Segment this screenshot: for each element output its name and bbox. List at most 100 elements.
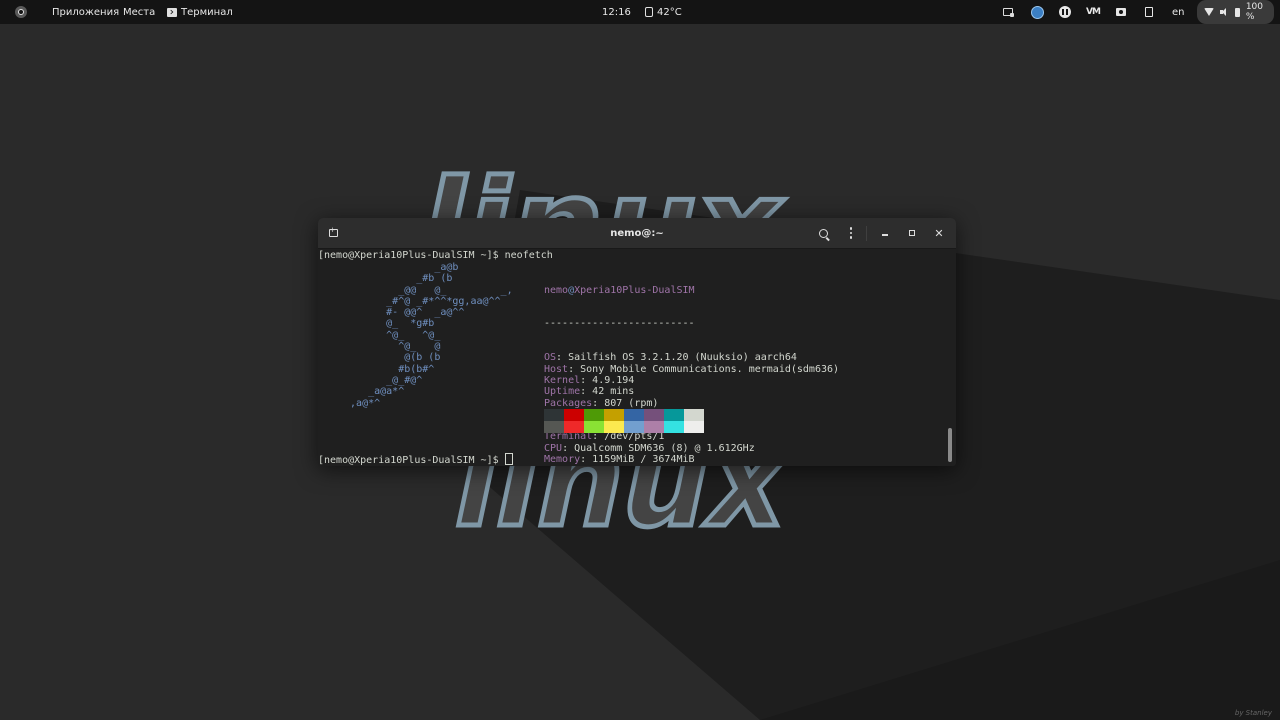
info-row: Terminal: /dev/pts/1	[544, 431, 665, 443]
info-row: Uptime: 42 mins	[544, 386, 635, 398]
info-value: 4.9.194	[592, 374, 635, 386]
info-label: Memory	[544, 454, 581, 466]
active-app-terminal[interactable]: Терминал	[167, 0, 233, 24]
volume-icon	[1220, 8, 1229, 16]
places-menu[interactable]: Места	[123, 0, 155, 24]
info-value: Qualcomm SDM636 (8) @ 1.612GHz	[574, 442, 755, 454]
keyboard-layout[interactable]: en	[1172, 0, 1185, 24]
clipboard-icon	[1145, 7, 1153, 17]
text-cursor	[504, 453, 513, 465]
minimize-button[interactable]	[876, 224, 894, 242]
neofetch-ascii-logo: _a@b _#b (b _@@ @_ _, _#^@ _#*^^*gg,aa@^…	[350, 262, 513, 409]
applications-menu[interactable]: Приложения	[52, 0, 119, 24]
weather-button[interactable]	[1029, 0, 1045, 24]
palette-swatch	[644, 409, 664, 421]
color-palette	[544, 409, 704, 433]
palette-swatch	[664, 409, 684, 421]
battery-level: 100 %	[1245, 2, 1263, 22]
camera-icon	[1116, 8, 1126, 16]
places-label: Места	[123, 6, 156, 18]
thermometer-icon	[645, 7, 653, 17]
info-value: /dev/pts/1	[604, 431, 665, 443]
palette-swatch	[584, 421, 604, 433]
clock-time: 12:16	[602, 6, 631, 18]
info-value: 1159MiB / 3674MiB	[592, 454, 695, 466]
new-tab-icon	[328, 226, 338, 237]
palette-swatch	[684, 421, 704, 433]
activities-button[interactable]	[11, 0, 31, 24]
menu-button[interactable]	[842, 224, 860, 242]
scrollbar-thumb[interactable]	[948, 428, 952, 462]
terminal-titlebar[interactable]: nemo@:~ ✕	[318, 218, 956, 249]
info-label: OS	[544, 352, 557, 364]
temperature-value: 42°C	[657, 6, 682, 18]
palette-swatch	[604, 409, 624, 421]
camera-button[interactable]	[1113, 0, 1129, 24]
top-bar: Приложения Места Терминал 12:16 42°C VM …	[0, 0, 1280, 24]
palette-swatch	[644, 421, 664, 433]
info-row: CPU: Qualcomm SDM636 (8) @ 1.612GHz	[544, 442, 755, 454]
terminal-output[interactable]: [nemo@Xperia10Plus-DualSIM ~]$ neofetch …	[318, 249, 956, 466]
pause-icon	[1059, 6, 1071, 18]
terminal-icon	[167, 7, 177, 17]
info-row: OS: Sailfish OS 3.2.1.20 (Nuuksio) aarch…	[544, 352, 797, 364]
applications-label: Приложения	[52, 6, 120, 18]
system-status-menu[interactable]: 100 %	[1197, 0, 1274, 24]
titlebar-divider	[866, 226, 867, 241]
info-value: Sailfish OS 3.2.1.20 (Nuuksio) aarch64	[568, 352, 797, 364]
menu-icon	[849, 227, 853, 230]
menu-icon-dot	[849, 231, 853, 235]
active-app-label: Терминал	[181, 6, 233, 18]
info-value: 807 (rpm)	[604, 397, 659, 409]
vm-button[interactable]: VM	[1085, 0, 1101, 24]
new-tab-button[interactable]	[324, 224, 342, 242]
clock[interactable]: 12:16	[602, 0, 631, 24]
keyboard-layout-label: en	[1172, 6, 1185, 18]
close-icon: ✕	[934, 226, 944, 240]
palette-swatch	[684, 409, 704, 421]
screenshot-icon	[1003, 8, 1014, 17]
close-button[interactable]: ✕	[930, 224, 948, 242]
info-row: Memory: 1159MiB / 3674MiB	[544, 454, 695, 466]
media-pause-button[interactable]	[1057, 0, 1073, 24]
info-value: 42 mins	[592, 386, 635, 398]
info-label: Terminal	[544, 431, 593, 443]
minimize-icon	[882, 234, 888, 236]
neofetch-info: nemo@Xperia10Plus-DualSIM --------------…	[544, 262, 839, 466]
maximize-icon	[909, 230, 915, 236]
terminal-window[interactable]: nemo@:~ ✕ [nemo@Xperia10Plus-DualSIM ~]$…	[318, 218, 956, 466]
vm-icon: VM	[1086, 7, 1101, 17]
clipboard-button[interactable]	[1141, 0, 1157, 24]
command-line-neofetch: [nemo@Xperia10Plus-DualSIM ~]$ neofetch	[318, 250, 553, 261]
palette-swatch	[564, 421, 584, 433]
palette-swatch	[564, 409, 584, 421]
battery-icon	[1234, 7, 1240, 17]
screenshot-button[interactable]	[1000, 0, 1016, 24]
temperature-indicator[interactable]: 42°C	[645, 0, 682, 24]
info-row: Kernel: 4.9.194	[544, 374, 635, 386]
search-button[interactable]	[814, 224, 832, 242]
current-prompt[interactable]: [nemo@Xperia10Plus-DualSIM ~]$	[318, 453, 513, 466]
palette-swatch	[604, 421, 624, 433]
info-row: Packages: 807 (rpm)	[544, 397, 659, 409]
palette-swatch	[584, 409, 604, 421]
info-label: Uptime	[544, 386, 581, 398]
info-host: Xperia10Plus-DualSIM	[574, 284, 695, 296]
palette-swatch	[544, 421, 564, 433]
info-separator: -------------------------	[544, 318, 695, 330]
search-icon	[818, 228, 828, 238]
menu-icon-dot	[849, 236, 853, 239]
info-user: nemo	[544, 284, 569, 296]
maximize-button[interactable]	[903, 224, 921, 242]
palette-swatch	[624, 421, 644, 433]
palette-swatch	[664, 421, 684, 433]
wifi-icon	[1204, 8, 1214, 16]
weather-icon	[1030, 5, 1044, 19]
info-row: Host: Sony Mobile Communications. mermai…	[544, 363, 840, 375]
user-host-line: nemo@Xperia10Plus-DualSIM	[544, 285, 839, 296]
window-title: nemo@:~	[610, 228, 664, 239]
info-label: CPU	[544, 442, 563, 454]
info-label: Packages	[544, 397, 593, 409]
prompt-text: [nemo@Xperia10Plus-DualSIM ~]$	[318, 455, 505, 466]
palette-swatch	[544, 409, 564, 421]
